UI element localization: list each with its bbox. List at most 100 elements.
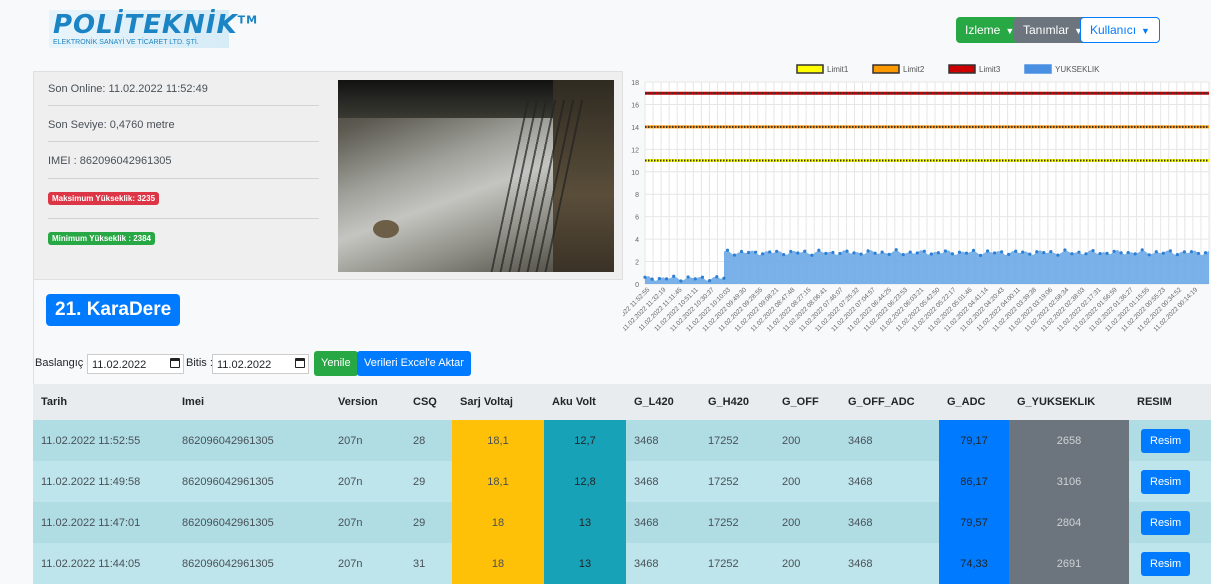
cell-g-h420: 17252	[700, 543, 774, 584]
yukseklik-point	[1035, 250, 1039, 254]
yukseklik-point	[732, 253, 737, 257]
cell-sarj-voltaj: 18	[452, 543, 544, 584]
end-date-input[interactable]: 11.02.2022	[212, 354, 309, 374]
yukseklik-point	[817, 248, 821, 252]
yukseklik-point	[803, 249, 807, 253]
yukseklik-point	[1189, 250, 1194, 254]
cell-g-off-adc: 3468	[840, 502, 939, 543]
data-table: Tarih Imei Version CSQ Sarj Voltaj Aku V…	[33, 384, 1211, 584]
cell-imei: 862096042961305	[174, 543, 330, 584]
cell-g-h420: 17252	[700, 461, 774, 502]
yukseklik-point	[831, 250, 835, 255]
yukseklik-point	[775, 249, 779, 253]
resim-button[interactable]: Resim	[1141, 551, 1191, 576]
divider	[48, 141, 319, 142]
yukseklik-point	[1014, 249, 1018, 253]
yukseklik-point	[725, 248, 730, 252]
end-date-label: Bitis :	[186, 357, 213, 369]
y-tick-label: 14	[631, 125, 639, 132]
yukseklik-point	[693, 277, 697, 281]
yukseklik-point	[852, 251, 856, 255]
col-header-sarj-voltaj[interactable]: Sarj Voltaj	[452, 384, 544, 420]
start-date-input[interactable]: 11.02.2022	[87, 354, 184, 374]
yukseklik-point	[679, 279, 683, 283]
yukseklik-point	[950, 252, 955, 256]
cell-tarih: 11.02.2022 11:52:55	[33, 420, 174, 461]
col-header-tarih[interactable]: Tarih	[33, 384, 174, 420]
caret-down-icon: ▼	[1005, 26, 1015, 36]
col-header-g-off-adc[interactable]: G_OFF_ADC	[840, 384, 939, 420]
yukseklik-point	[810, 253, 814, 257]
col-header-aku-volt[interactable]: Aku Volt	[544, 384, 626, 420]
resim-button[interactable]: Resim	[1141, 428, 1191, 453]
col-header-g-h420[interactable]: G_H420	[700, 384, 774, 420]
yukseklik-point	[753, 250, 758, 254]
col-header-g-off[interactable]: G_OFF	[774, 384, 840, 420]
yukseklik-point	[894, 248, 898, 252]
cell-csq: 29	[405, 461, 452, 502]
legend-label: Limit2	[903, 65, 925, 74]
yukseklik-point	[1161, 251, 1165, 255]
yukseklik-point	[746, 250, 751, 255]
cell-aku-volt: 12,7	[544, 420, 626, 461]
yukseklik-point	[943, 249, 947, 253]
cell-imei: 862096042961305	[174, 502, 330, 543]
cell-sarj-voltaj: 18,1	[452, 461, 544, 502]
col-header-imei[interactable]: Imei	[174, 384, 330, 420]
logo-subtitle: ELEKTRONİK SANAYİ VE TİCARET LTD. ŞTİ.	[53, 39, 199, 46]
yukseklik-point	[1126, 250, 1130, 255]
cell-g-adc: 86,17	[939, 461, 1009, 502]
calendar-icon[interactable]	[170, 358, 180, 368]
y-tick-label: 4	[635, 237, 639, 244]
resim-button[interactable]: Resim	[1141, 510, 1191, 535]
cell-g-off: 200	[774, 420, 840, 461]
yukseklik-point	[915, 251, 919, 255]
col-header-g-adc[interactable]: G_ADC	[939, 384, 1009, 420]
yukseklik-point	[1133, 252, 1137, 256]
col-header-version[interactable]: Version	[330, 384, 405, 420]
y-tick-label: 8	[635, 192, 639, 199]
last-level-text: Son Seviye: 0,4760 metre	[48, 119, 175, 131]
legend-swatch	[796, 64, 824, 74]
yukseklik-area	[645, 249, 1209, 284]
yukseklik-point	[957, 250, 962, 254]
cell-g-off-adc: 3468	[840, 420, 939, 461]
yukseklik-point	[761, 252, 765, 256]
start-date-label: Baslangıç :	[35, 357, 90, 369]
legend-label: Limit1	[827, 65, 849, 74]
yukseklik-point	[1063, 248, 1067, 252]
company-logo[interactable]: POLİTEKNİKTM ELEKTRONİK SANAYİ VE TİCARE…	[49, 10, 257, 48]
legend-swatch	[872, 64, 900, 74]
export-excel-button[interactable]: Verileri Excel'e Aktar	[357, 351, 471, 376]
col-header-resim[interactable]: RESIM	[1129, 384, 1211, 420]
yukseklik-point	[643, 275, 647, 279]
yukseklik-point	[686, 275, 690, 279]
yukseklik-point	[1175, 253, 1179, 257]
yukseklik-point	[985, 249, 990, 253]
cell-imei: 862096042961305	[174, 461, 330, 502]
yukseklik-point	[845, 249, 849, 253]
resim-button[interactable]: Resim	[1141, 469, 1191, 494]
cell-g-adc: 74,33	[939, 543, 1009, 584]
divider	[48, 105, 319, 106]
yukseklik-point	[700, 275, 705, 279]
refresh-button[interactable]: Yenile	[314, 351, 358, 376]
kullanici-dropdown-button[interactable]: Kullanıcı ▼	[1080, 17, 1160, 43]
yukseklik-point	[1091, 248, 1095, 253]
cell-g-l420: 3468	[626, 420, 700, 461]
y-tick-label: 16	[631, 102, 639, 109]
station-info-card: Son Online: 11.02.2022 11:52:49 Son Sevi…	[33, 71, 623, 280]
cell-resim: Resim	[1129, 543, 1211, 584]
yukseklik-point	[866, 249, 870, 253]
col-header-g-yukseklik[interactable]: G_YUKSEKLIK	[1009, 384, 1129, 420]
table-row: 11.02.2022 11:52:55 862096042961305 207n 28…	[33, 420, 1211, 461]
calendar-icon[interactable]	[295, 358, 305, 368]
divider	[48, 218, 319, 219]
cell-g-h420: 17252	[700, 420, 774, 461]
yukseklik-point	[1021, 250, 1025, 254]
col-header-csq[interactable]: CSQ	[405, 384, 452, 420]
col-header-g-l420[interactable]: G_L420	[626, 384, 700, 420]
level-chart: 02468101214161811.02.2022 11:52:5511.02.…	[623, 64, 1210, 333]
yukseklik-point	[768, 250, 772, 254]
cell-g-adc: 79,17	[939, 420, 1009, 461]
